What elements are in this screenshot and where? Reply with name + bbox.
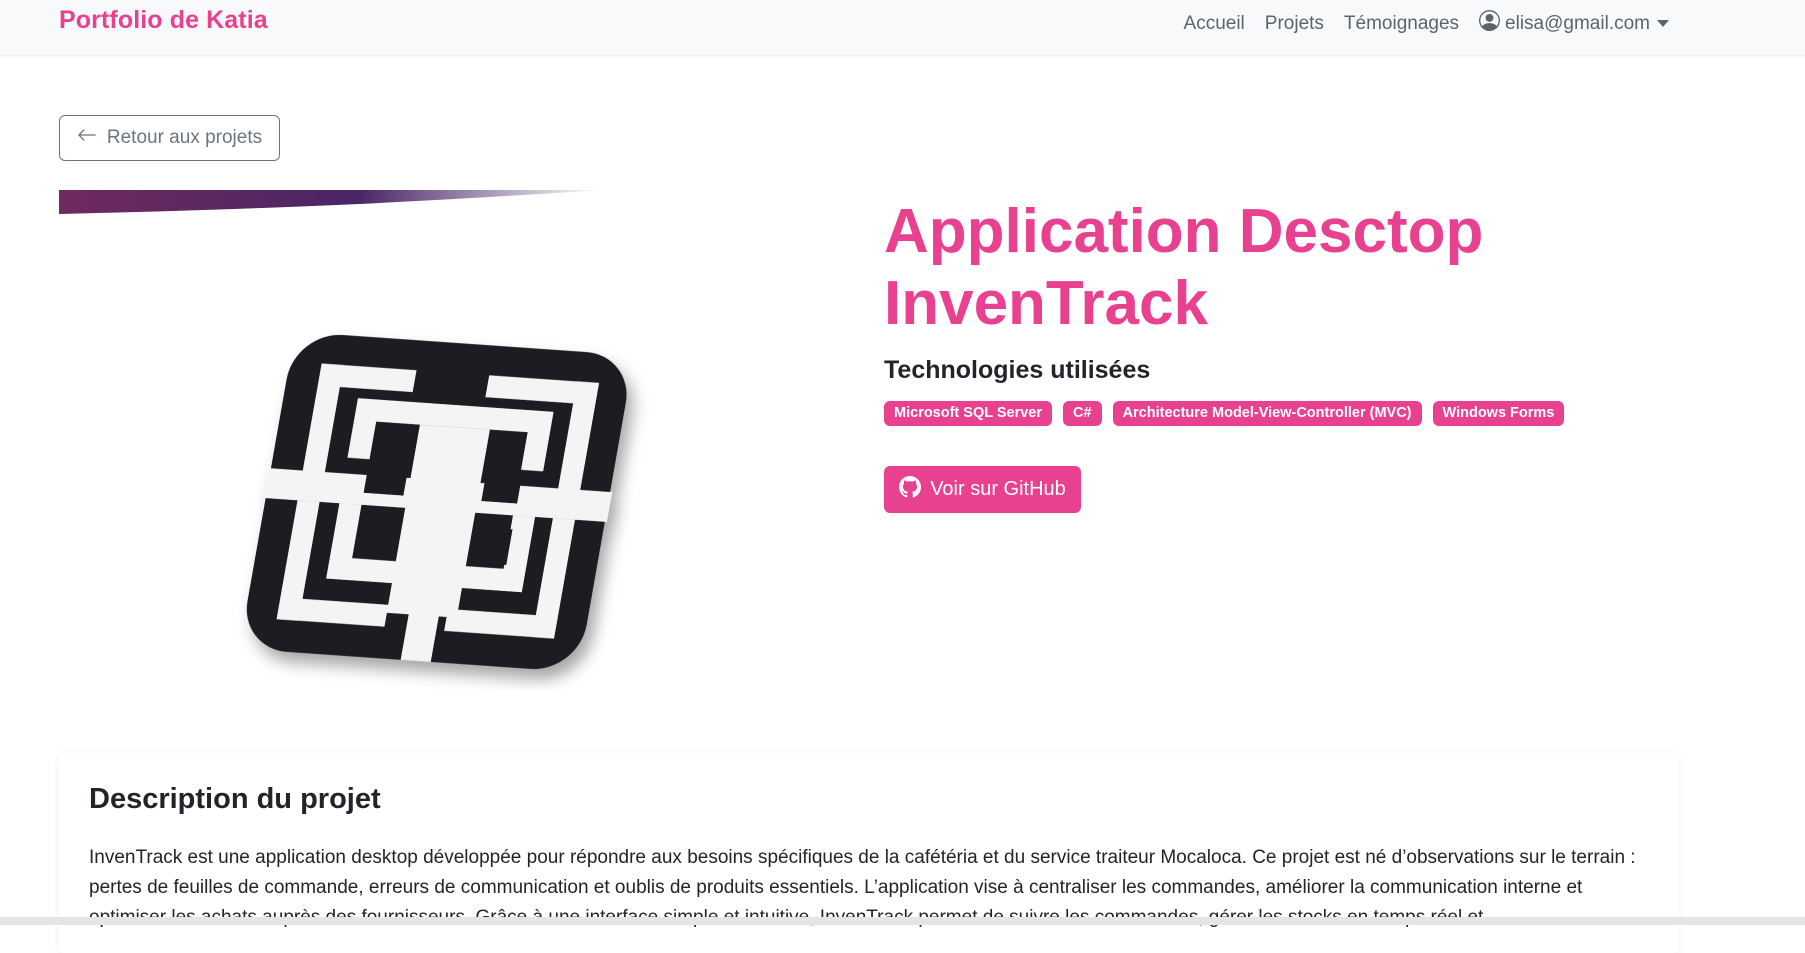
technology-badges: Microsoft SQL Server C# Architecture Mod…	[884, 401, 1565, 426]
tech-badge: C#	[1063, 401, 1102, 426]
back-to-projects-button[interactable]: Retour aux projets	[59, 115, 280, 161]
tech-badge: Microsoft SQL Server	[884, 401, 1053, 426]
user-dropdown[interactable]: elisa@gmail.com	[1479, 10, 1669, 37]
person-circle-icon	[1479, 10, 1501, 37]
tech-badge: Architecture Model-View-Controller (MVC)	[1112, 401, 1422, 426]
project-image	[59, 190, 749, 690]
horizontal-scrollbar[interactable]	[0, 917, 1805, 925]
arrow-left-icon	[77, 125, 97, 151]
nav-link-projets[interactable]: Projets	[1265, 13, 1324, 35]
user-email: elisa@gmail.com	[1505, 12, 1650, 34]
github-button[interactable]: Voir sur GitHub	[884, 466, 1081, 513]
description-title: Description du projet	[89, 783, 381, 815]
brand-link[interactable]: Portfolio de Katia	[59, 6, 268, 35]
nav-links: Accueil Projets Témoignages elisa@gmail.…	[1184, 10, 1669, 37]
caret-down-icon	[1657, 20, 1669, 27]
project-title: Application Desctop InvenTrack	[884, 197, 1484, 338]
navbar: Portfolio de Katia Accueil Projets Témoi…	[0, 0, 1805, 56]
technologies-heading: Technologies utilisées	[884, 356, 1151, 384]
tech-badge: Windows Forms	[1432, 401, 1565, 426]
back-button-label: Retour aux projets	[106, 127, 263, 148]
nav-link-temoignages[interactable]: Témoignages	[1344, 13, 1459, 35]
github-button-label: Voir sur GitHub	[930, 478, 1066, 500]
github-icon	[899, 475, 922, 504]
nav-link-accueil[interactable]: Accueil	[1184, 13, 1245, 35]
